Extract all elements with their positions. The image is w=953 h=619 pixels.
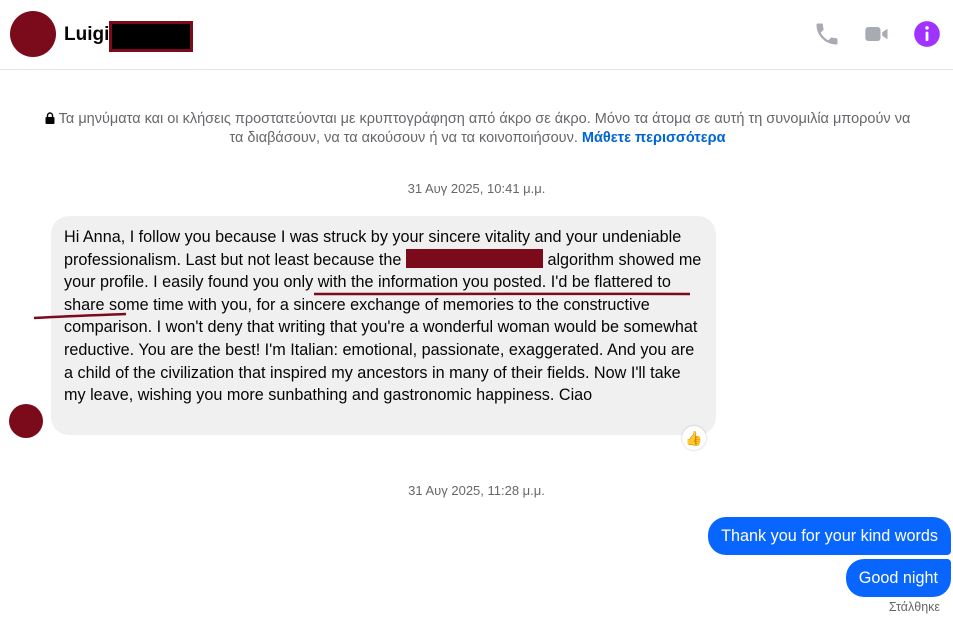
contact-avatar[interactable] [10,11,56,57]
chat-header: Luigi [0,0,953,70]
info-icon[interactable] [913,20,941,48]
incoming-message-bubble[interactable]: Hi Anna, I follow you because I was stru… [51,216,716,435]
contact-name[interactable]: Luigi [64,24,109,46]
outgoing-message-bubble[interactable]: Thank you for your kind words [708,517,951,555]
learn-more-link[interactable]: Μάθετε περισσότερα [582,130,726,146]
message-text-part: . I easily found you only with the infor… [64,273,698,405]
message-timestamp: 31 Αυγ 2025, 10:41 μ.μ. [407,181,546,196]
video-call-icon[interactable] [863,20,891,48]
phone-icon[interactable] [813,20,841,48]
thumbs-up-reaction-icon[interactable]: 👍 [682,426,706,450]
message-timestamp: 31 Αυγ 2025, 11:28 μ.μ. [408,483,545,498]
encryption-notice: Τα μηνύματα και οι κλήσεις προστατεύοντα… [40,110,915,147]
redacted-text [405,248,543,268]
sender-avatar[interactable] [9,404,43,438]
encryption-notice-text: Τα μηνύματα και οι κλήσεις προστατεύοντα… [58,111,911,146]
redacted-surname [109,21,193,52]
lock-icon [45,111,55,129]
message-status: Στάλθηκε [888,600,940,614]
outgoing-message-bubble[interactable]: Good night [845,559,951,597]
